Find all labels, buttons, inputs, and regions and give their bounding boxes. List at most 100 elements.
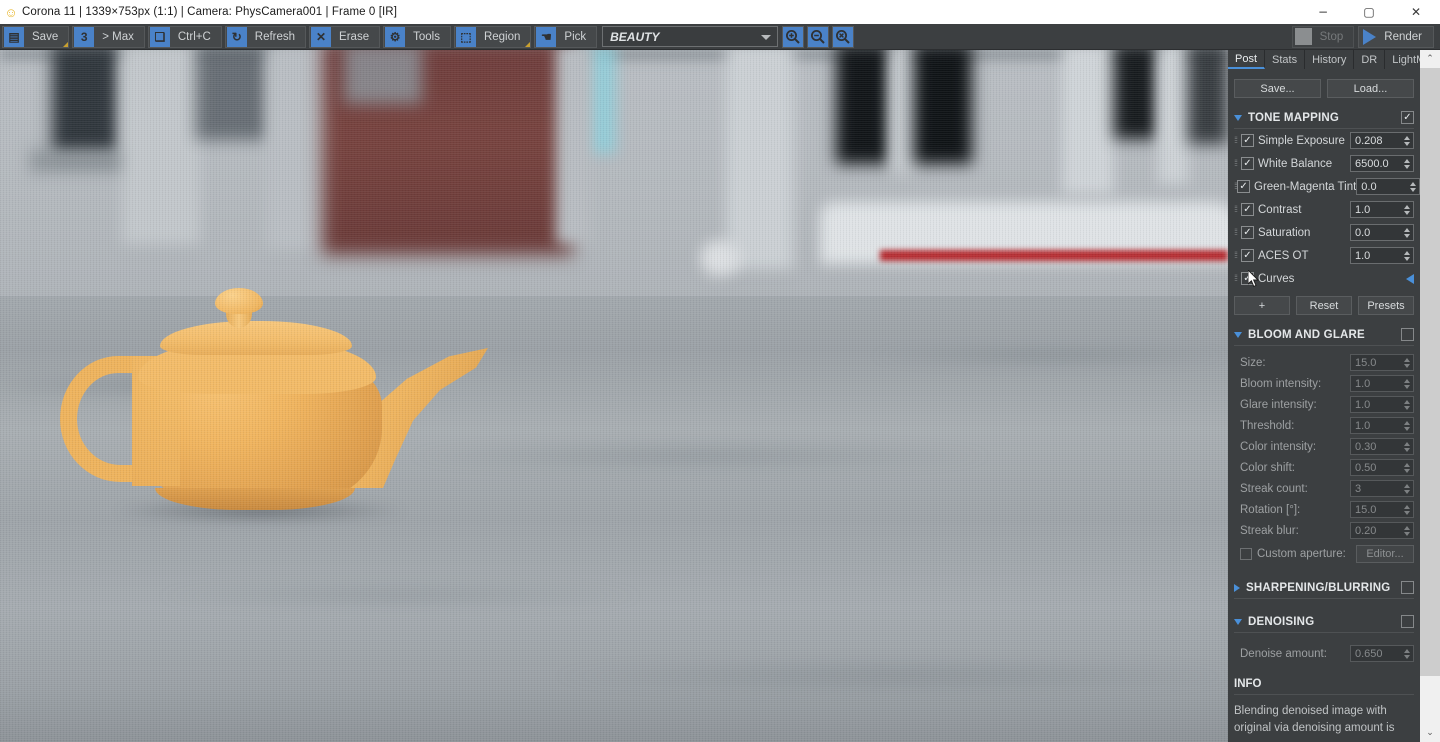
scrollbar-thumb[interactable] (1420, 68, 1440, 676)
tone-op-row[interactable]: ⁞⁞ ✓ ACES OT 1.0 (1234, 244, 1414, 267)
section-sharpening-blurring[interactable]: SHARPENING/BLURRING (1234, 581, 1414, 599)
denoise-field-row[interactable]: Denoise amount: 0.650 (1234, 643, 1414, 664)
bloom-field-row[interactable]: Rotation [°]: 15.0 (1234, 499, 1414, 520)
bloom-field-row[interactable]: Streak count: 3 (1234, 478, 1414, 499)
tone-op-row[interactable]: ⁞⁞ ✓ Curves (1234, 267, 1414, 290)
spinner-down-icon[interactable] (1404, 531, 1410, 536)
region-dropdown-corner[interactable] (525, 41, 531, 47)
section-tone-mapping[interactable]: TONE MAPPING ✓ (1234, 111, 1414, 129)
spinner-up-icon[interactable] (1404, 204, 1410, 209)
color-shift-input[interactable]: 0.50 (1350, 459, 1414, 476)
spinner-arrows[interactable] (1402, 460, 1412, 475)
spinner-up-icon[interactable] (1404, 483, 1410, 488)
tone-op-checkbox[interactable]: ✓ (1241, 226, 1254, 239)
sharpening-blurring-enable-checkbox[interactable] (1401, 581, 1414, 594)
threshold-input[interactable]: 1.0 (1350, 417, 1414, 434)
spinner-arrows[interactable] (1402, 133, 1412, 148)
spinner-down-icon[interactable] (1404, 164, 1410, 169)
spinner-arrows[interactable] (1402, 376, 1412, 391)
render-viewport[interactable] (0, 50, 1228, 742)
spinner-up-icon[interactable] (1404, 250, 1410, 255)
render-element-select[interactable]: BEAUTY (602, 26, 779, 47)
section-denoising[interactable]: DENOISING (1234, 615, 1414, 633)
spinner-up-icon[interactable] (1404, 504, 1410, 509)
tone-op-checkbox[interactable]: ✓ (1241, 157, 1254, 170)
color-intensity-input[interactable]: 0.30 (1350, 438, 1414, 455)
zoom-out-button[interactable] (807, 25, 830, 48)
denoising-enable-checkbox[interactable] (1401, 615, 1414, 628)
bloom-field-row[interactable]: Glare intensity: 1.0 (1234, 394, 1414, 415)
tone-op-checkbox[interactable]: ✓ (1241, 134, 1254, 147)
spinner-up-icon[interactable] (1404, 648, 1410, 653)
save-dropdown-corner[interactable] (63, 41, 69, 47)
spinner-down-icon[interactable] (1404, 141, 1410, 146)
spinner-arrows[interactable] (1402, 439, 1412, 454)
zoom-reset-button[interactable] (832, 25, 855, 48)
drag-handle-icon[interactable]: ⁞⁞ (1234, 136, 1241, 145)
refresh-button[interactable]: ↻ Refresh (224, 25, 307, 48)
streak-count-input[interactable]: 3 (1350, 480, 1414, 497)
maximize-button[interactable]: ▢ (1346, 0, 1392, 24)
scroll-down-button[interactable]: ⌄ (1420, 724, 1440, 742)
bloom-field-row[interactable]: Streak blur: 0.20 (1234, 520, 1414, 541)
bloom-field-row[interactable]: Threshold: 1.0 (1234, 415, 1414, 436)
spinner-down-icon[interactable] (1404, 210, 1410, 215)
spinner-up-icon[interactable] (1404, 158, 1410, 163)
custom-aperture-checkbox[interactable] (1240, 548, 1252, 560)
spinner-up-icon[interactable] (1404, 227, 1410, 232)
curves-expand-icon[interactable] (1406, 273, 1414, 284)
presets-button[interactable]: Presets (1358, 296, 1414, 315)
spinner-down-icon[interactable] (1404, 384, 1410, 389)
reset-tonemapping-button[interactable]: Reset (1296, 296, 1352, 315)
bloom-field-row[interactable]: Bloom intensity: 1.0 (1234, 373, 1414, 394)
spinner-up-icon[interactable] (1404, 378, 1410, 383)
copy-button[interactable]: ❏ Ctrl+C (147, 25, 222, 48)
glare-intensity-input[interactable]: 1.0 (1350, 396, 1414, 413)
tone-op-row[interactable]: ⁞⁞ ✓ Saturation 0.0 (1234, 221, 1414, 244)
load-preset-button[interactable]: Load... (1327, 79, 1414, 98)
erase-button[interactable]: ✕ Erase (309, 25, 381, 48)
saturation-input[interactable]: 0.0 (1350, 224, 1414, 241)
tone-op-row[interactable]: ⁞⁞ ✓ Green-Magenta Tint 0.0 (1234, 175, 1421, 198)
spinner-up-icon[interactable] (1404, 441, 1410, 446)
aperture-editor-button[interactable]: Editor... (1356, 545, 1414, 563)
chevron-down-icon[interactable] (1234, 618, 1242, 625)
pick-button[interactable]: ☚ Pick (534, 25, 598, 48)
spinner-arrows[interactable] (1402, 523, 1412, 538)
chevron-down-icon[interactable] (761, 35, 772, 40)
chevron-down-icon[interactable] (1234, 114, 1242, 121)
render-button[interactable]: Render (1358, 25, 1434, 48)
bloom-intensity-input[interactable]: 1.0 (1350, 375, 1414, 392)
spinner-arrows[interactable] (1402, 418, 1412, 433)
drag-handle-icon[interactable]: ⁞⁞ (1234, 205, 1241, 214)
tone-op-row[interactable]: ⁞⁞ ✓ White Balance 6500.0 (1234, 152, 1414, 175)
drag-handle-icon[interactable]: ⁞⁞ (1234, 251, 1241, 260)
minimize-button[interactable]: − (1300, 0, 1346, 24)
region-button[interactable]: ⬚ Region (453, 25, 532, 48)
drag-handle-icon[interactable]: ⁞⁞ (1234, 228, 1241, 237)
drag-handle-icon[interactable]: ⁞⁞ (1234, 159, 1241, 168)
custom-aperture-row[interactable]: Custom aperture: Editor... (1234, 543, 1414, 565)
spinner-arrows[interactable] (1402, 156, 1412, 171)
spinner-down-icon[interactable] (1404, 489, 1410, 494)
tone-op-row[interactable]: ⁞⁞ ✓ Contrast 1.0 (1234, 198, 1414, 221)
spinner-up-icon[interactable] (1404, 525, 1410, 530)
spinner-arrows[interactable] (1402, 225, 1412, 240)
chevron-down-icon[interactable] (1234, 331, 1242, 338)
bloom-size-input[interactable]: 15.0 (1350, 354, 1414, 371)
simple-exposure-input[interactable]: 0.208 (1350, 132, 1414, 149)
bloom-field-row[interactable]: Size: 15.0 (1234, 352, 1414, 373)
spinner-down-icon[interactable] (1404, 405, 1410, 410)
spinner-down-icon[interactable] (1404, 654, 1410, 659)
stop-button[interactable]: Stop (1291, 25, 1355, 48)
scroll-up-button[interactable]: ⌃ (1420, 50, 1440, 68)
tab-dr[interactable]: DR (1354, 50, 1386, 69)
drag-handle-icon[interactable]: ⁞⁞ (1234, 274, 1241, 283)
bloom-and-glare-enable-checkbox[interactable] (1401, 328, 1414, 341)
spinner-arrows[interactable] (1402, 202, 1412, 217)
bloom-field-row[interactable]: Color intensity: 0.30 (1234, 436, 1414, 457)
spinner-arrows[interactable] (1402, 481, 1412, 496)
green-magenta-tint-input[interactable]: 0.0 (1356, 178, 1421, 195)
tone-op-checkbox[interactable]: ✓ (1237, 180, 1251, 193)
tools-button[interactable]: ⚙ Tools (383, 25, 451, 48)
